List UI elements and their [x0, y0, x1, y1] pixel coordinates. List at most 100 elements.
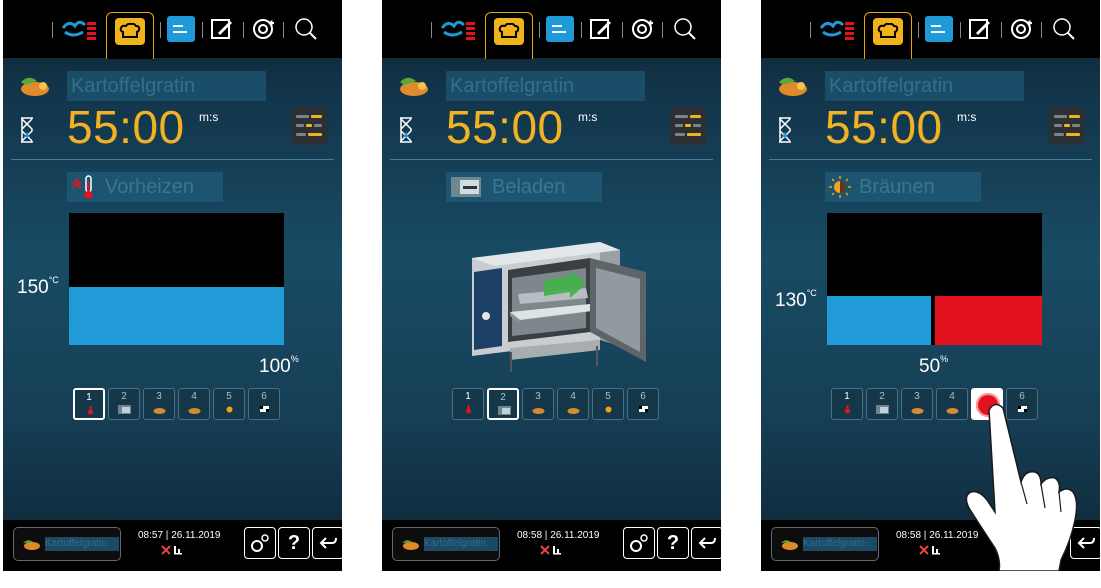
screen-preheat: Kartoffelgratin 55:00 m:s Vorheizen 150°…	[3, 0, 342, 571]
edit-icon[interactable]	[210, 14, 234, 44]
chef-hat-icon	[877, 22, 899, 38]
clock-date: 08:57 | 26.11.2019	[138, 530, 221, 541]
screen-browning: Kartoffelgratin 55:00 m:s Bräunen 130°C …	[761, 0, 1100, 571]
back-arrow-icon	[319, 537, 337, 549]
gratin-food-icon	[23, 540, 40, 550]
intelligent-cooking-icon[interactable]	[819, 14, 857, 44]
gratin-food-icon	[402, 540, 419, 550]
step-chip-4[interactable]: 4	[557, 388, 589, 420]
back-button[interactable]	[312, 527, 342, 559]
connect-icon[interactable]	[1010, 14, 1034, 44]
help-button[interactable]: ?	[278, 527, 310, 559]
back-button[interactable]	[691, 527, 721, 559]
back-arrow-icon	[698, 537, 716, 549]
combi-oven-loading-illustration	[472, 242, 646, 372]
programming-icon[interactable]	[925, 14, 953, 44]
step-chip-6[interactable]: 6	[627, 388, 659, 420]
program-name-button[interactable]: Kartoffelgratin	[392, 527, 500, 561]
step-chip-2[interactable]: 2	[108, 388, 140, 420]
settings-button[interactable]	[244, 527, 276, 559]
search-icon[interactable]	[672, 14, 698, 44]
temperature-value: 130°C	[775, 288, 817, 311]
tab-cooking-paths[interactable]	[106, 12, 154, 59]
connect-icon[interactable]	[631, 14, 655, 44]
program-name-button[interactable]: Kartoffelgratin	[13, 527, 121, 561]
step-chip-1[interactable]: 1	[73, 388, 105, 420]
step-chip-2[interactable]: 2	[866, 388, 898, 420]
step-strip: 1 2 3 4 5 6	[452, 388, 659, 420]
program-name: Kartoffelgratin	[825, 71, 1024, 101]
step-chip-1[interactable]: 1	[831, 388, 863, 420]
humidity-bar	[69, 287, 284, 345]
humidity-bar	[827, 296, 931, 345]
gear-icon	[630, 534, 648, 552]
step-chip-2[interactable]: 2	[487, 388, 519, 420]
tab-cooking-paths[interactable]	[485, 12, 533, 59]
connect-icon[interactable]	[252, 14, 276, 44]
step-name: Vorheizen	[105, 175, 194, 198]
divider	[769, 159, 1092, 160]
bottom-bar: Kartoffelgratin 08:58 | 26.11.2019 ?	[382, 520, 721, 571]
divider	[11, 159, 334, 160]
remaining-time: 55:00	[825, 101, 943, 153]
top-navigation-bar	[3, 0, 342, 59]
help-button[interactable]: ?	[657, 527, 689, 559]
step-chip-3[interactable]: 3	[143, 388, 175, 420]
step-chip-1[interactable]: 1	[452, 388, 484, 420]
bottom-bar: Kartoffelgratin 08:57 | 26.11.2019 ?	[3, 520, 342, 571]
remaining-time: 55:00	[446, 101, 564, 153]
question-icon: ?	[666, 531, 680, 554]
clock-date: 08:58 | 26.11.2019	[517, 530, 600, 541]
settings-button[interactable]	[623, 527, 655, 559]
step-chip-3[interactable]: 3	[522, 388, 554, 420]
program-name-label: Kartoffelgratin	[803, 537, 877, 551]
browning-icon	[829, 176, 851, 198]
program-name-label: Kartoffelgratin	[45, 537, 119, 551]
gratin-food-icon	[781, 540, 798, 550]
top-navigation-bar	[761, 0, 1100, 59]
step-chip-5[interactable]: 5	[592, 388, 624, 420]
temperature-value: 150°C	[17, 275, 59, 298]
program-name: Kartoffelgratin	[67, 71, 266, 101]
menu-icon[interactable]	[400, 14, 420, 44]
step-strip: 1 2 3 4 5 6	[73, 388, 280, 420]
search-icon[interactable]	[1051, 14, 1077, 44]
question-icon: ?	[287, 531, 301, 554]
hourglass-icon	[400, 117, 412, 143]
menu-icon[interactable]	[779, 14, 799, 44]
intelligent-cooking-icon[interactable]	[61, 14, 99, 44]
intelligent-cooking-icon[interactable]	[440, 14, 478, 44]
connection-status-icon	[919, 545, 940, 555]
remaining-time: 55:00	[67, 101, 185, 153]
time-unit: m:s	[199, 110, 219, 124]
search-icon[interactable]	[293, 14, 319, 44]
gratin-food-icon	[779, 77, 807, 96]
cooking-steps-button[interactable]	[291, 107, 327, 145]
gear-icon	[251, 534, 269, 552]
cooking-steps-button[interactable]	[1049, 107, 1085, 145]
step-chip-4[interactable]: 4	[178, 388, 210, 420]
pointing-hand-icon	[965, 403, 1078, 571]
tab-cooking-paths[interactable]	[864, 12, 912, 59]
climate-display	[69, 213, 284, 345]
screen-load: Kartoffelgratin 55:00 m:s Beladen 1 2 3 …	[382, 0, 721, 571]
connection-status-icon	[161, 545, 182, 555]
step-chip-3[interactable]: 3	[901, 388, 933, 420]
top-navigation-bar	[382, 0, 721, 59]
divider	[390, 159, 713, 160]
edit-icon[interactable]	[968, 14, 992, 44]
step-chip-6[interactable]: 6	[248, 388, 280, 420]
programming-icon[interactable]	[546, 14, 574, 44]
thermometer-preheat-icon	[72, 175, 93, 199]
program-name-button[interactable]: Kartoffelgratin	[771, 527, 879, 561]
programming-icon[interactable]	[167, 14, 195, 44]
hourglass-icon	[779, 117, 791, 143]
fan-speed-value: 100%	[259, 354, 299, 377]
step-chip-5[interactable]: 5	[213, 388, 245, 420]
edit-icon[interactable]	[589, 14, 613, 44]
load-icon	[451, 177, 481, 197]
menu-icon[interactable]	[21, 14, 41, 44]
fan-speed-value: 50%	[919, 354, 949, 377]
cooking-steps-button[interactable]	[670, 107, 706, 145]
hourglass-icon	[21, 117, 33, 143]
